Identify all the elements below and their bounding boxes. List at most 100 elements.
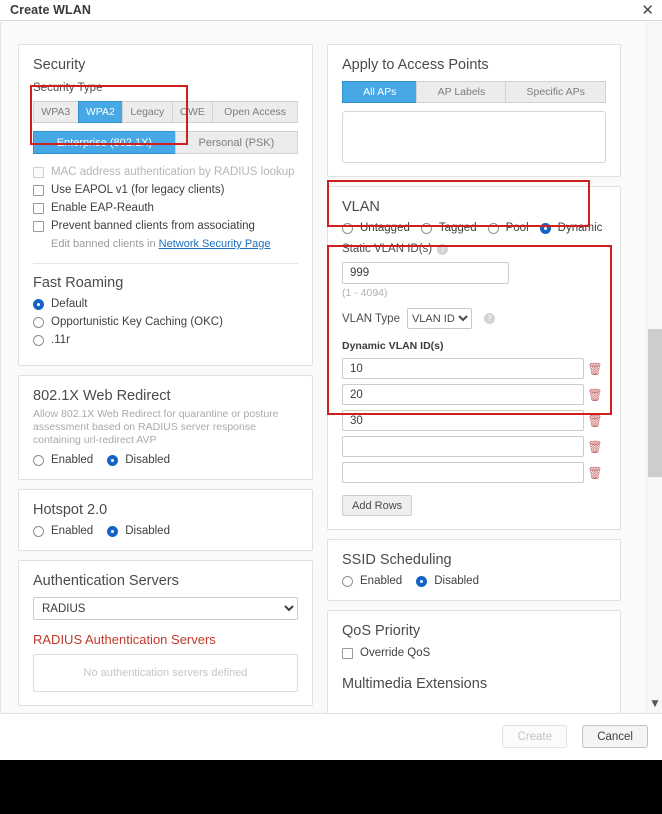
radio-vlan-untagged[interactable]: Untagged (342, 222, 410, 234)
web-redirect-heading: 802.1X Web Redirect (33, 388, 171, 404)
radio-ssid-scheduling-enabled[interactable]: Enabled (342, 575, 402, 587)
tab-ap-labels[interactable]: AP Labels (416, 81, 506, 103)
security-heading: Security (33, 57, 86, 73)
radio-hotspot-disabled[interactable]: Disabled (107, 525, 170, 537)
chevron-down-icon[interactable]: ▼ (647, 697, 662, 712)
checkbox-label: Use EAPOL v1 (for legacy clients) (51, 184, 225, 196)
close-icon[interactable]: ✕ (641, 1, 654, 19)
create-button[interactable]: Create (502, 725, 567, 748)
radio-web-redirect-enabled[interactable]: Enabled (33, 454, 93, 466)
dialog-footer: Create Cancel (0, 713, 662, 760)
hotspot-options: Enabled Disabled (33, 525, 298, 537)
radio-hotspot-enabled[interactable]: Enabled (33, 525, 93, 537)
dynamic-vlan-row: 🗑 (342, 462, 606, 483)
network-security-page-link[interactable]: Network Security Page (159, 238, 271, 250)
checkbox-eapol-v1[interactable]: Use EAPOL v1 (for legacy clients) (33, 184, 298, 196)
radio-vlan-tagged[interactable]: Tagged (420, 222, 477, 234)
radio-vlan-dynamic[interactable]: Dynamic (539, 222, 602, 234)
vlan-type-select[interactable]: VLAN ID (406, 308, 472, 329)
tab-specific-aps[interactable]: Specific APs (505, 81, 606, 103)
radio-label: Disabled (125, 454, 170, 466)
checkbox-box (33, 166, 44, 178)
checkbox-prevent-banned-clients[interactable]: Prevent banned clients from associating (33, 220, 298, 232)
access-points-heading: Apply to Access Points (342, 57, 489, 73)
vlan-card: VLAN Untagged Tagged Pool Dynamic Static… (327, 186, 621, 530)
static-vlan-input[interactable] (342, 262, 509, 284)
create-wlan-dialog: Create WLAN ✕ Security Security Type WPA… (0, 0, 662, 760)
security-type-legacy[interactable]: Legacy (122, 101, 172, 123)
trash-icon[interactable]: 🗑 (584, 388, 606, 402)
radio-web-redirect-disabled[interactable]: Disabled (107, 454, 170, 466)
checkbox-override-qos[interactable]: Override QoS (342, 647, 606, 659)
trash-icon[interactable]: 🗑 (584, 466, 606, 480)
radio-label: Disabled (125, 525, 170, 537)
radio-label: Default (51, 298, 88, 310)
radio-dot (107, 454, 119, 466)
access-points-list-box[interactable] (342, 111, 606, 163)
security-type-wpa2[interactable]: WPA2 (77, 101, 123, 123)
dynamic-vlan-input-3[interactable] (342, 410, 584, 431)
checkbox-eap-reauth[interactable]: Enable EAP-Reauth (33, 202, 298, 214)
auth-servers-select[interactable]: RADIUS (33, 597, 298, 620)
radio-dot (487, 222, 499, 234)
add-rows-button[interactable]: Add Rows (342, 495, 413, 516)
trash-icon[interactable]: 🗑 (584, 362, 606, 376)
radius-servers-empty-state: No authentication servers defined (33, 654, 298, 692)
checkbox-label: MAC address authentication by RADIUS loo… (51, 166, 295, 178)
help-icon[interactable]: ? (483, 313, 495, 324)
security-type-wpa3[interactable]: WPA3 (33, 101, 78, 123)
divider (33, 263, 298, 264)
radio-dot (33, 316, 44, 328)
dynamic-vlan-input-1[interactable] (342, 358, 584, 379)
radio-fast-roaming-okc[interactable]: Opportunistic Key Caching (OKC) (33, 316, 298, 328)
radio-dot (33, 298, 44, 310)
radio-ssid-scheduling-disabled[interactable]: Disabled (416, 575, 479, 587)
radio-vlan-pool[interactable]: Pool (487, 222, 529, 234)
security-mode-enterprise[interactable]: Enterprise (802.1X) (33, 131, 175, 154)
tab-all-aps[interactable]: All APs (342, 81, 417, 103)
access-points-card: Apply to Access Points All APs AP Labels… (327, 44, 621, 177)
dynamic-vlan-input-4[interactable] (342, 436, 584, 457)
radio-fast-roaming-11r[interactable]: .11r (33, 334, 298, 346)
dynamic-vlan-input-5[interactable] (342, 462, 584, 483)
checkbox-label: Enable EAP-Reauth (51, 202, 154, 214)
multimedia-heading: Multimedia Extensions (342, 676, 488, 692)
security-mode-segmented: Enterprise (802.1X) Personal (PSK) (33, 131, 299, 154)
security-type-open-access[interactable]: Open Access (212, 101, 298, 123)
dynamic-vlan-row: 🗑 (342, 436, 606, 457)
checkbox-label: Override QoS (360, 647, 431, 659)
radio-fast-roaming-default[interactable]: Default (33, 298, 298, 310)
dynamic-vlan-row: 🗑 (342, 410, 606, 431)
radio-dot (539, 222, 551, 234)
scrollbar-thumb[interactable] (648, 329, 662, 477)
trash-icon[interactable]: 🗑 (584, 414, 606, 428)
checkbox-box (342, 647, 353, 659)
static-vlan-range: (1 - 4094) (342, 287, 388, 299)
web-redirect-description: Allow 802.1X Web Redirect for quarantine… (33, 408, 279, 446)
security-mode-personal[interactable]: Personal (PSK) (174, 131, 299, 154)
static-vlan-label-row: Static VLAN ID(s) ? (342, 243, 606, 255)
security-type-owe[interactable]: OWE (171, 101, 213, 123)
web-redirect-card: 802.1X Web Redirect Allow 802.1X Web Red… (18, 375, 313, 480)
dynamic-vlan-row: 🗑 (342, 358, 606, 379)
vertical-scrollbar[interactable]: ▼ (646, 22, 662, 713)
checkbox-mac-auth[interactable]: MAC address authentication by RADIUS loo… (33, 166, 298, 178)
radio-dot (107, 525, 119, 537)
dynamic-vlan-row: 🗑 (342, 384, 606, 405)
dynamic-vlan-input-2[interactable] (342, 384, 584, 405)
auth-servers-card: Authentication Servers RADIUS RADIUS Aut… (18, 560, 313, 706)
radio-dot (342, 222, 353, 234)
radio-dot (33, 334, 44, 346)
radio-label: Untagged (360, 222, 410, 234)
radio-label: Enabled (51, 454, 94, 466)
vlan-options: Untagged Tagged Pool Dynamic (342, 222, 606, 234)
cancel-button[interactable]: Cancel (582, 725, 648, 748)
security-type-segmented: WPA3 WPA2 Legacy OWE Open Access (33, 101, 298, 123)
radius-auth-servers-subheading: RADIUS Authentication Servers (33, 632, 216, 647)
right-column: Apply to Access Points All APs AP Labels… (327, 22, 621, 713)
help-icon[interactable]: ? (437, 243, 449, 255)
vlan-type-label: VLAN Type (342, 312, 400, 325)
hotspot-heading: Hotspot 2.0 (33, 502, 108, 518)
trash-icon[interactable]: 🗑 (584, 440, 606, 454)
radio-dot (33, 525, 44, 537)
